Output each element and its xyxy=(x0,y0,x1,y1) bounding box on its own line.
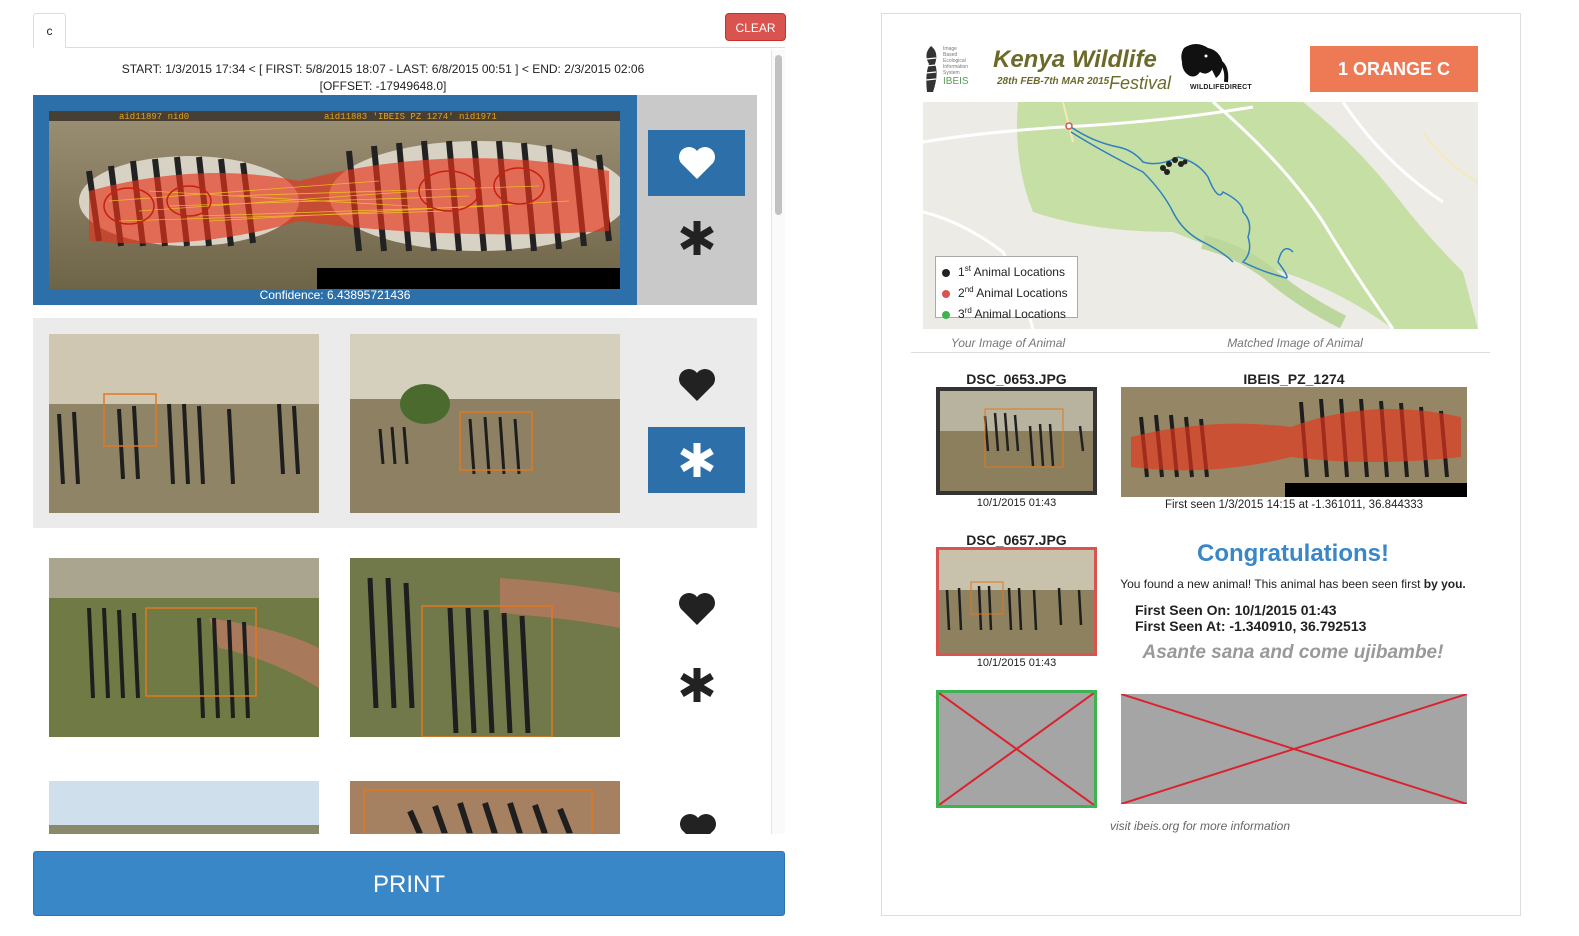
clear-button[interactable]: CLEAR xyxy=(725,13,786,41)
match-row-actions xyxy=(637,95,757,305)
legend-dot xyxy=(942,310,950,319)
asterisk-icon xyxy=(679,443,714,477)
visit-footer: visit ibeis.org for more information xyxy=(1109,819,1291,833)
wildlife-direct-text: WILDLIFEDIRECT xyxy=(1190,84,1252,91)
matched-image xyxy=(1121,387,1467,497)
ibeis-logo-text: Image Based Ecological Information System IB… xyxy=(943,46,969,87)
divider xyxy=(911,352,1490,353)
matched-image-name: IBEIS_PZ_1274 xyxy=(1243,371,1345,387)
scrollbar-thumb[interactable] xyxy=(775,55,782,215)
festival-dates: 28th FEB-7th MAR 2015 xyxy=(997,76,1110,87)
second-image xyxy=(936,547,1097,656)
time-range-text: START: 1/3/2015 17:34 < [ FIRST: 5/8/201… xyxy=(121,62,645,76)
favorite-button[interactable] xyxy=(648,130,745,196)
asterisk-button[interactable] xyxy=(648,652,745,718)
empty-match-placeholder xyxy=(1121,694,1467,804)
legend-item: 1st Animal Locations xyxy=(942,260,1071,281)
candidate-image xyxy=(49,334,319,513)
matched-first-seen: First seen 1/3/2015 14:15 at -1.361011, … xyxy=(1164,499,1424,511)
closing-message: Asante sana and come ujibambe! xyxy=(1142,642,1444,663)
festival-word: Festival xyxy=(1109,73,1172,93)
match-overlay-left: aid11897 nid0 xyxy=(119,112,189,122)
your-image-filename: DSC_0653.JPG xyxy=(966,371,1067,387)
print-button[interactable]: PRINT xyxy=(33,851,785,916)
tab-c[interactable]: c xyxy=(33,13,66,48)
asterisk-icon xyxy=(679,221,714,255)
candidate-image xyxy=(350,781,620,834)
tab-divider xyxy=(33,47,785,48)
empty-image-placeholder xyxy=(936,690,1097,808)
candidate-image xyxy=(49,781,319,834)
found-text: You found a new animal! This animal has … xyxy=(1120,577,1421,591)
favorite-button[interactable] xyxy=(678,812,718,834)
time-range-header: START: 1/3/2015 17:34 < [ FIRST: 5/8/201… xyxy=(33,61,733,95)
festival-logo: Kenya Wildlife 28th FEB-7th MAR 2015 Fes… xyxy=(993,46,1171,97)
caption-matched-image: Matched Image of Animal xyxy=(1227,336,1363,350)
your-image xyxy=(936,387,1097,495)
legend-dot xyxy=(942,289,950,298)
festival-title: Kenya Wildlife xyxy=(993,46,1157,73)
first-seen-block: First Seen On: 10/1/2015 01:43 First See… xyxy=(1135,602,1475,634)
favorite-button[interactable] xyxy=(648,352,745,418)
heart-icon xyxy=(678,369,715,401)
candidate-image xyxy=(350,334,620,513)
offset-text: [OFFSET: -17949648.0] xyxy=(319,79,447,93)
favorite-button[interactable] xyxy=(648,576,745,642)
legend-dot xyxy=(942,268,950,277)
wildlife-direct-logo: WILDLIFEDIRECT xyxy=(1176,42,1276,94)
match-overlay-right: aid11883 'IBEIS PZ 1274' nid1971 xyxy=(324,112,497,122)
heart-icon xyxy=(678,593,715,625)
congratulations-heading: Congratulations! xyxy=(1197,540,1389,567)
second-image-filename: DSC_0657.JPG xyxy=(966,532,1067,548)
asterisk-button[interactable] xyxy=(648,205,745,271)
first-seen-on: First Seen On: 10/1/2015 01:43 xyxy=(1135,602,1337,618)
asterisk-button[interactable] xyxy=(648,427,745,493)
second-image-time: 10/1/2015 01:43 xyxy=(976,657,1057,669)
zebra-silhouette-icon xyxy=(925,46,937,92)
asterisk-icon xyxy=(679,668,714,702)
your-image-time: 10/1/2015 01:43 xyxy=(976,497,1057,509)
heart-icon xyxy=(680,814,716,834)
candidate-image xyxy=(350,558,620,737)
heart-icon xyxy=(678,147,715,179)
found-bold: by you. xyxy=(1423,577,1466,591)
found-message: You found a new animal! This animal has … xyxy=(1120,577,1466,591)
confidence-label: Confidence: 6.43895721436 xyxy=(259,288,411,302)
first-seen-at: First Seen At: -1.340910, 36.792513 xyxy=(1135,618,1367,634)
ibeis-logo: Image Based Ecological Information System IB… xyxy=(921,44,981,96)
match-visualization-image: aid11897 nid0 aid11883 'IBEIS PZ 1274' n… xyxy=(49,111,620,289)
legend-item: 3rd Animal Locations xyxy=(942,302,1071,323)
animal-badge: 1 ORANGE C xyxy=(1310,46,1478,92)
candidate-image xyxy=(49,558,319,737)
caption-your-image: Your Image of Animal xyxy=(950,336,1066,350)
map-legend: 1st Animal Locations 2nd Animal Location… xyxy=(935,256,1078,321)
elephant-icon xyxy=(1181,44,1229,83)
legend-item: 2nd Animal Locations xyxy=(942,281,1071,302)
